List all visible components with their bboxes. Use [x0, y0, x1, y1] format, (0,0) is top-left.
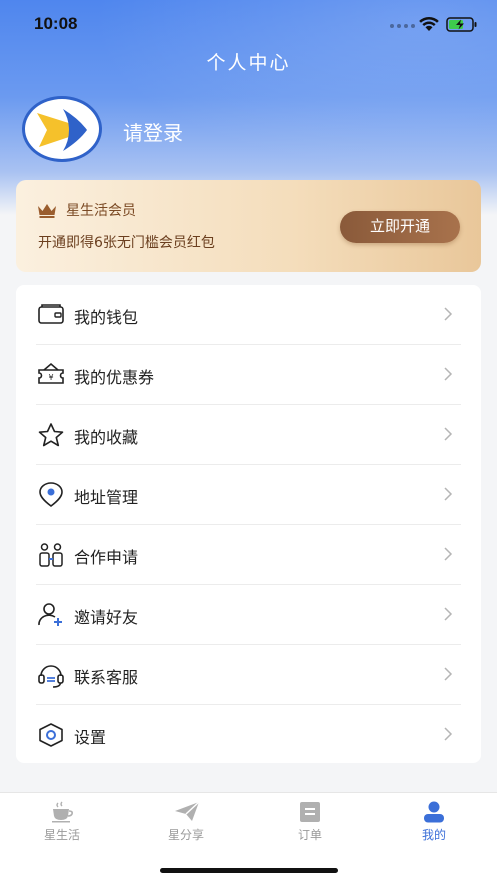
- menu-item-label: 我的收藏: [74, 428, 139, 447]
- app-logo-icon: [37, 109, 87, 151]
- menu-item-label: 联系客服: [74, 668, 139, 687]
- menu-item-label: 我的优惠券: [74, 368, 155, 387]
- login-prompt[interactable]: 请登录: [123, 117, 183, 146]
- menu-item-invite-friends[interactable]: 邀请好友: [16, 585, 481, 645]
- battery-charging-icon: [446, 17, 477, 32]
- tab-label: 星生活: [43, 828, 80, 842]
- cellular-signal-icon: [390, 24, 415, 28]
- page-title: 个人中心: [206, 52, 291, 74]
- menu-item-label: 我的钱包: [74, 308, 139, 327]
- avatar[interactable]: [22, 96, 102, 162]
- chevron-right-icon: [444, 727, 453, 741]
- menu-item-label: 邀请好友: [74, 608, 139, 627]
- headset-icon: [38, 665, 64, 688]
- menu-item-customer-service[interactable]: 联系客服: [16, 645, 481, 705]
- status-bar: 10:08: [0, 0, 497, 48]
- tab-mine[interactable]: 我的: [372, 793, 496, 853]
- menu-item-coupons[interactable]: ¥ 我的优惠券: [16, 345, 481, 405]
- crown-icon: [38, 204, 56, 218]
- open-membership-button[interactable]: 立即开通: [340, 211, 460, 243]
- menu-item-favorites[interactable]: 我的收藏: [16, 405, 481, 465]
- tab-star-life[interactable]: 星生活: [0, 793, 124, 853]
- tab-star-share[interactable]: 星分享: [124, 793, 248, 853]
- wifi-icon: [419, 16, 439, 31]
- chevron-right-icon: [444, 367, 453, 381]
- wallet-icon: [38, 304, 64, 324]
- settings-hexagon-icon: [39, 723, 63, 747]
- coffee-cup-icon: [52, 801, 73, 823]
- tab-label: 订单: [297, 828, 322, 842]
- chevron-right-icon: [444, 427, 453, 441]
- location-pin-icon: [39, 482, 63, 508]
- menu-item-cooperation[interactable]: 合作申请: [16, 525, 481, 585]
- tab-label: 星分享: [167, 828, 204, 842]
- paper-plane-icon: [175, 801, 200, 821]
- svg-text:¥: ¥: [48, 373, 53, 382]
- membership-description: 开通即得6张无门槛会员红包: [38, 235, 215, 251]
- chevron-right-icon: [444, 547, 453, 561]
- partners-icon: [39, 543, 63, 567]
- chevron-right-icon: [444, 487, 453, 501]
- menu-item-label: 合作申请: [74, 548, 139, 567]
- membership-card[interactable]: 星生活会员 开通即得6张无门槛会员红包 立即开通: [16, 180, 481, 272]
- tab-orders[interactable]: 订单: [248, 793, 372, 853]
- menu-item-label: 地址管理: [74, 488, 139, 507]
- order-document-icon: [300, 802, 320, 822]
- chevron-right-icon: [444, 607, 453, 621]
- membership-title: 星生活会员: [66, 203, 136, 219]
- chevron-right-icon: [444, 667, 453, 681]
- status-time: 10:08: [34, 14, 78, 33]
- menu-item-settings[interactable]: 设置: [16, 705, 481, 765]
- menu-list: 我的钱包 ¥ 我的优惠券 我的收藏 地址管理 合作申请 邀请好友 联系客服 设置: [16, 285, 481, 763]
- menu-item-label: 设置: [74, 728, 107, 747]
- coupon-icon: ¥: [38, 362, 64, 384]
- chevron-right-icon: [444, 307, 453, 321]
- menu-item-wallet[interactable]: 我的钱包: [16, 285, 481, 345]
- tab-label: 我的: [421, 828, 446, 842]
- star-icon: [38, 423, 64, 447]
- user-icon: [424, 801, 444, 823]
- menu-item-addresses[interactable]: 地址管理: [16, 465, 481, 525]
- home-indicator: [160, 868, 338, 873]
- add-user-icon: [38, 603, 62, 626]
